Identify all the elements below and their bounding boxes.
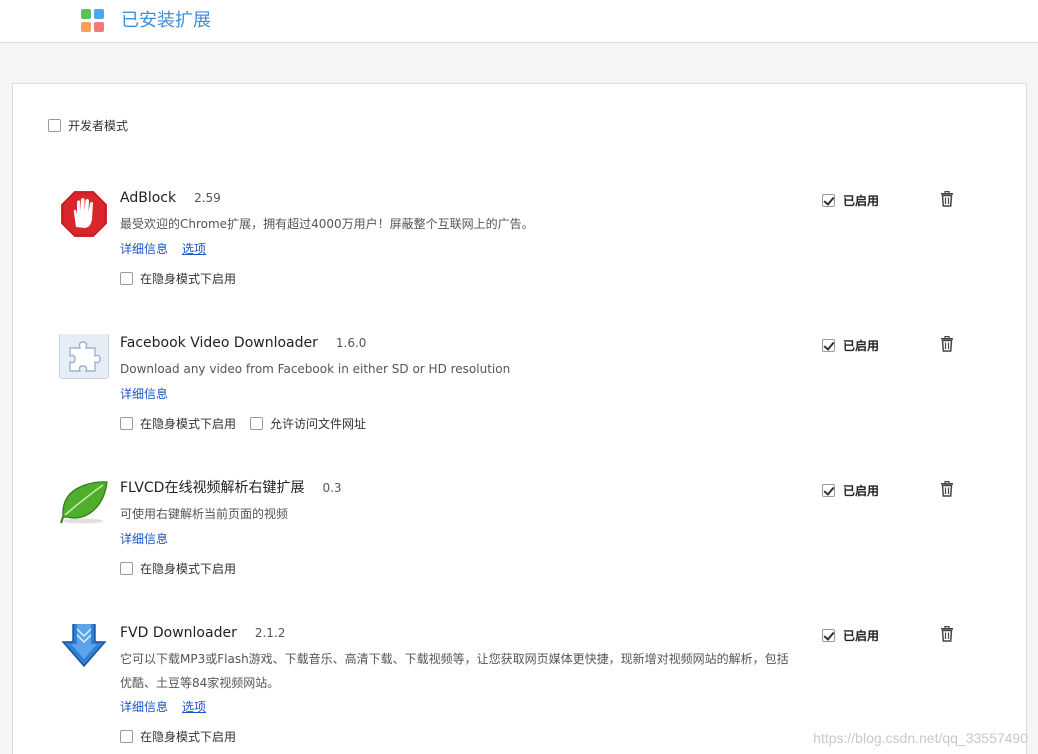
extension-item-flvcd: FLVCD在线视频解析右键扩展 0.3 可使用右键解析当前页面的视频 详细信息 在… — [0, 479, 1038, 619]
puzzle-piece-icon — [59, 334, 109, 379]
extension-item-adblock: AdBlock 2.59 最受欢迎的Chrome扩展，拥有超过4000万用户！屏蔽… — [0, 189, 1038, 329]
incognito-label: 在隐身模式下启用 — [140, 730, 237, 744]
extension-item-facebook-video-downloader: Facebook Video Downloader 1.6.0 Download … — [0, 334, 1038, 474]
extension-options: 在隐身模式下启用 — [120, 560, 236, 577]
extension-links: 详细信息 — [120, 385, 168, 402]
extension-name: FVD Downloader 2.1.2 — [120, 625, 286, 641]
developer-mode-checkbox[interactable] — [48, 118, 61, 132]
green-leaf-icon — [60, 481, 108, 524]
enabled-checkbox[interactable] — [822, 484, 835, 497]
extension-options: 在隐身模式下启用 — [120, 728, 236, 745]
enabled-label: 已启用 — [843, 484, 880, 498]
download-arrow-icon — [61, 624, 107, 668]
details-link[interactable]: 详细信息 — [120, 530, 168, 547]
options-link[interactable]: 选项 — [182, 240, 206, 257]
incognito-label: 在隐身模式下启用 — [140, 272, 237, 286]
incognito-checkbox[interactable] — [120, 417, 133, 430]
extension-version: 2.1.2 — [254, 626, 286, 640]
incognito-label: 在隐身模式下启用 — [140, 562, 237, 576]
trash-icon[interactable] — [940, 191, 954, 207]
file-access-checkbox[interactable] — [250, 417, 264, 430]
extensions-logo-icon — [81, 9, 105, 33]
details-link[interactable]: 详细信息 — [120, 385, 168, 402]
options-link[interactable]: 选项 — [182, 698, 206, 715]
extension-description: 最受欢迎的Chrome扩展，拥有超过4000万用户！屏蔽整个互联网上的广告。 — [120, 217, 534, 231]
extension-links: 详细信息 选项 — [120, 698, 206, 715]
trash-icon[interactable] — [940, 336, 954, 352]
adblock-hand-icon — [59, 189, 109, 239]
developer-mode-label: 开发者模式 — [68, 118, 129, 133]
developer-mode-toggle[interactable]: 开发者模式 — [48, 118, 129, 133]
extension-version: 1.6.0 — [335, 336, 367, 350]
extension-description: 它可以下载MP3或Flash游戏、下载音乐、高清下载、下载视频等，让您获取网页媒… — [120, 652, 789, 690]
extension-description: Download any video from Facebook in eith… — [120, 362, 511, 376]
page-header: 已安装扩展 — [0, 0, 1038, 43]
details-link[interactable]: 详细信息 — [120, 698, 168, 715]
enabled-toggle[interactable]: 已启用 — [822, 192, 879, 209]
enabled-label: 已启用 — [843, 629, 880, 643]
enabled-checkbox[interactable] — [822, 629, 835, 642]
incognito-checkbox[interactable] — [120, 730, 133, 743]
details-link[interactable]: 详细信息 — [120, 240, 168, 257]
extension-version: 0.3 — [322, 481, 342, 495]
enabled-toggle[interactable]: 已启用 — [822, 627, 879, 644]
watermark: https://blog.csdn.net/qq_33557490 — [813, 730, 1028, 746]
incognito-option[interactable]: 在隐身模式下启用 — [120, 728, 236, 745]
trash-icon[interactable] — [940, 481, 954, 497]
extension-options: 在隐身模式下启用 — [120, 270, 236, 287]
file-access-option[interactable]: 允许访问文件网址 — [250, 415, 366, 432]
trash-icon[interactable] — [940, 626, 954, 642]
enabled-toggle[interactable]: 已启用 — [822, 482, 879, 499]
extension-description: 可使用右键解析当前页面的视频 — [120, 507, 289, 521]
enabled-label: 已启用 — [843, 339, 880, 353]
incognito-option[interactable]: 在隐身模式下启用 — [120, 560, 236, 577]
incognito-label: 在隐身模式下启用 — [140, 417, 237, 431]
extension-links: 详细信息 选项 — [120, 240, 206, 257]
enabled-checkbox[interactable] — [822, 339, 835, 352]
incognito-option[interactable]: 在隐身模式下启用 — [120, 270, 236, 287]
incognito-checkbox[interactable] — [120, 272, 133, 285]
enabled-label: 已启用 — [843, 194, 880, 208]
page-title: 已安装扩展 — [121, 10, 211, 31]
incognito-checkbox[interactable] — [120, 562, 133, 575]
extension-name: AdBlock 2.59 — [120, 190, 221, 206]
incognito-option[interactable]: 在隐身模式下启用 — [120, 415, 236, 432]
extension-options: 在隐身模式下启用 允许访问文件网址 — [120, 415, 366, 432]
extension-version: 2.59 — [194, 191, 221, 205]
extension-name: Facebook Video Downloader 1.6.0 — [120, 335, 367, 351]
extension-name: FLVCD在线视频解析右键扩展 0.3 — [120, 480, 342, 496]
extension-links: 详细信息 — [120, 530, 168, 547]
enabled-checkbox[interactable] — [822, 194, 835, 207]
enabled-toggle[interactable]: 已启用 — [822, 337, 879, 354]
file-access-label: 允许访问文件网址 — [270, 417, 367, 431]
